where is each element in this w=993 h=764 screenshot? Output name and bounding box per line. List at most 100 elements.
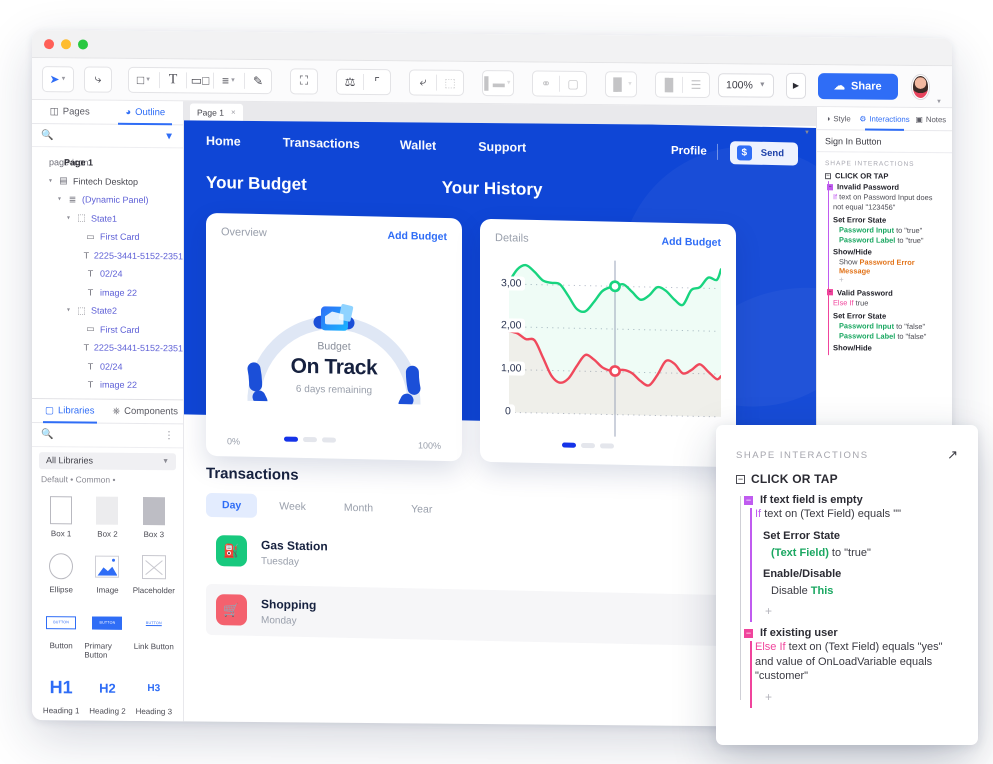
transform-tool-icon[interactable]: ⤶ <box>410 70 436 94</box>
more-options-icon[interactable]: ⋮ <box>164 430 174 441</box>
disclosure-arrow-icon[interactable]: ▼ <box>66 308 72 314</box>
resize-tool-icon[interactable]: ⛶ <box>291 69 317 93</box>
minimize-window-button[interactable] <box>61 38 71 49</box>
add-budget-button-2[interactable]: Add Budget <box>662 236 722 249</box>
avatar[interactable] <box>911 74 930 99</box>
collapse-icon[interactable]: − <box>744 495 753 505</box>
share-button[interactable]: ☁ Share <box>818 72 898 100</box>
outline-node[interactable]: ▼ ⬚ State2 <box>32 301 183 321</box>
tab-components[interactable]: ⎈ Components <box>108 400 184 424</box>
collapse-icon[interactable]: − <box>744 628 753 638</box>
outline-node[interactable]: ▼ ⬚ State1 <box>32 209 183 229</box>
tab-pages[interactable]: ◫ Pages <box>32 100 108 124</box>
pagination-dot[interactable] <box>600 443 614 449</box>
zoom-select[interactable]: 100% ▼ <box>718 72 774 98</box>
library-item[interactable]: Image <box>84 546 130 600</box>
add-action-button[interactable]: + <box>755 690 958 704</box>
nav-link-transactions[interactable]: Transactions <box>283 135 360 151</box>
disclosure-arrow-icon[interactable]: ▼ <box>66 215 72 221</box>
tab-interactions[interactable]: ⚙ Interactions <box>859 107 909 129</box>
library-select[interactable]: All Libraries ▼ <box>39 451 176 471</box>
library-item[interactable]: Ellipse <box>38 545 84 599</box>
pagination-dot[interactable] <box>581 442 595 449</box>
outline-node[interactable]: T 2225-3441-5152-2351 <box>32 338 183 358</box>
tab-style[interactable]: ◑ Style <box>817 107 859 129</box>
transaction-row[interactable]: 🛒ShoppingMonday- $79.90 <box>206 583 798 648</box>
library-item[interactable]: H1 Heading 1 <box>38 666 84 720</box>
tab-outline[interactable]: ◕ Outline <box>108 101 184 125</box>
lock-icon[interactable]: ⚭ <box>533 71 559 95</box>
library-item[interactable]: Box 2 <box>84 490 130 544</box>
outline-node[interactable]: ▼ ≣ (Dynamic Panel) <box>32 190 183 210</box>
collapse-icon[interactable]: − <box>736 474 745 484</box>
library-item[interactable]: BUTTON Button <box>38 601 84 664</box>
align-middle-icon[interactable]: ▐▌ <box>656 72 682 96</box>
chevron-down-icon[interactable]: ▼ <box>936 99 942 105</box>
popup-event-row[interactable]: − CLICK OR TAP <box>736 472 958 486</box>
connector-tool-icon[interactable]: ⤷ <box>85 67 111 91</box>
budget-pagination[interactable] <box>284 436 336 443</box>
pen-tool-icon[interactable]: ✎ <box>245 68 271 92</box>
outline-node[interactable]: T 02/24 <box>32 357 183 377</box>
tab-libraries[interactable]: ▢ Libraries <box>32 399 108 423</box>
crop-tool-icon[interactable]: ⬚ <box>437 70 463 94</box>
outline-node[interactable]: page-icon Page 1 <box>32 153 183 173</box>
library-item[interactable]: Box 1 <box>38 489 84 543</box>
pagination-dot[interactable] <box>284 436 298 442</box>
transactions-tab[interactable]: Day <box>206 492 258 518</box>
nav-link-wallet[interactable]: Wallet <box>400 138 436 153</box>
send-button[interactable]: $ Send <box>729 140 798 166</box>
outline-node[interactable]: ▶≣log-out 1 <box>32 394 183 398</box>
layout-tool-icon[interactable]: ▭□ <box>187 68 213 92</box>
outline-node[interactable]: Timage 22 <box>32 375 183 395</box>
outline-node[interactable]: T 2225-3441-5152-2351 <box>32 246 183 266</box>
outline-node[interactable]: ▼ ▤ Fintech Desktop <box>32 172 183 192</box>
close-icon[interactable]: × <box>231 108 236 117</box>
nav-profile-link[interactable]: Profile <box>671 145 707 158</box>
disclosure-arrow-icon[interactable]: ▼ <box>48 178 54 184</box>
page-tab[interactable]: Page 1 × <box>190 103 243 121</box>
pagination-dot[interactable] <box>322 437 336 443</box>
send-back-icon[interactable]: ⌜ <box>364 69 390 93</box>
transactions-tab[interactable]: Month <box>328 495 389 520</box>
library-search-row[interactable]: 🔍 ⋮ <box>32 423 183 448</box>
transactions-tab[interactable]: Year <box>395 497 448 522</box>
add-budget-button[interactable]: Add Budget <box>388 230 448 243</box>
outline-node[interactable]: ▭ First Card <box>32 227 183 247</box>
library-item[interactable]: H2 Heading 2 <box>84 667 130 721</box>
select-tool-icon[interactable]: ➤ ▼ <box>43 67 73 91</box>
filter-icon[interactable]: ▼ <box>164 131 174 142</box>
maximize-window-button[interactable] <box>78 38 88 50</box>
outline-search-row[interactable]: 🔍 ▼ <box>32 124 183 149</box>
outline-node[interactable]: T 02/24 <box>32 264 183 284</box>
layers-tool-icon[interactable]: ≡ ▼ <box>214 68 244 92</box>
add-action-button[interactable]: + <box>817 275 952 285</box>
collapse-icon[interactable]: − <box>825 172 831 179</box>
canvas-collapse-icon[interactable]: ▼ <box>804 130 810 136</box>
add-action-button[interactable]: + <box>755 604 958 618</box>
preview-button[interactable]: ▶ <box>785 72 807 99</box>
pagination-dot[interactable] <box>562 442 576 448</box>
rectangle-tool-icon[interactable]: □ ▼ <box>129 67 159 91</box>
nav-link-home[interactable]: Home <box>206 134 241 149</box>
text-tool-icon[interactable]: T <box>160 68 186 92</box>
tab-notes[interactable]: ▣ Notes <box>910 108 952 130</box>
library-item[interactable]: Box 3 <box>131 490 177 544</box>
transactions-tab[interactable]: Week <box>263 494 322 519</box>
outline-node[interactable]: Timage 22 <box>32 283 183 303</box>
bring-front-icon[interactable]: ⚖ <box>337 69 363 93</box>
library-item[interactable]: BUTTON Link Button <box>131 602 177 665</box>
pagination-dot[interactable] <box>303 436 317 443</box>
external-link-icon[interactable]: ↗ <box>947 447 958 463</box>
nav-link-support[interactable]: Support <box>478 140 526 155</box>
library-item[interactable]: Placeholder <box>131 546 177 600</box>
align-center-icon[interactable]: ▐▌ ▼ <box>606 72 636 96</box>
library-item[interactable]: BUTTON Primary Button <box>84 602 130 665</box>
transaction-row[interactable]: ⛽Gas StationTuesday- $35.88 <box>206 525 798 589</box>
outline-node[interactable]: ▭ First Card <box>32 320 183 340</box>
library-item[interactable]: H3 Heading 3 <box>131 667 177 721</box>
opacity-icon[interactable]: ▢ <box>560 71 586 95</box>
align-left-icon[interactable]: ▌▬ ▼ <box>483 71 513 95</box>
distribute-v-icon[interactable]: ☰ <box>683 72 709 96</box>
close-window-button[interactable] <box>44 38 54 49</box>
